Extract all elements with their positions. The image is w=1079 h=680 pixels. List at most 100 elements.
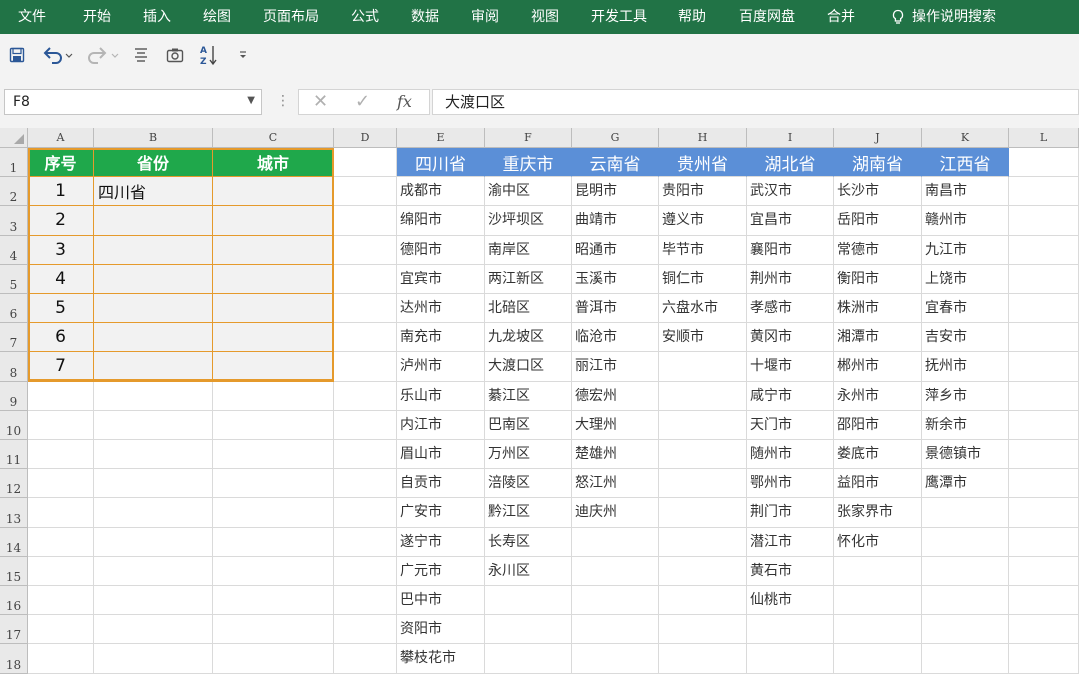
city-cell[interactable]: 抚州市: [922, 352, 1012, 381]
cell-a18[interactable]: [28, 644, 94, 674]
column-header-h[interactable]: H: [659, 128, 747, 148]
cell-c13[interactable]: [213, 498, 334, 528]
cell-d16[interactable]: [334, 586, 397, 616]
tab-developer[interactable]: 开发工具: [591, 0, 647, 34]
city-cell[interactable]: 眉山市: [397, 440, 488, 469]
city-cell[interactable]: 六盘水市: [659, 294, 750, 323]
city-cell[interactable]: 巴南区: [485, 411, 575, 440]
table-cell-a2[interactable]: 1: [28, 177, 94, 207]
tab-file[interactable]: 文件: [18, 0, 46, 34]
city-cell[interactable]: 益阳市: [834, 469, 925, 498]
city-cell[interactable]: 长沙市: [834, 177, 925, 206]
cell-b16[interactable]: [94, 586, 213, 616]
city-cell[interactable]: 资阳市: [397, 615, 488, 644]
cell-j15[interactable]: [834, 556, 922, 586]
column-header-b[interactable]: B: [94, 128, 213, 148]
city-cell[interactable]: 襄阳市: [747, 236, 837, 265]
table-cell-c6[interactable]: [213, 294, 334, 324]
cell-b18[interactable]: [94, 644, 213, 674]
formula-input[interactable]: 大渡口区: [432, 89, 1079, 115]
row-header-4[interactable]: 4: [0, 235, 28, 265]
city-cell[interactable]: 黔江区: [485, 498, 575, 527]
customize-toolbar-button[interactable]: [230, 42, 256, 68]
cell-d2[interactable]: [334, 177, 397, 207]
cell-c15[interactable]: [213, 556, 334, 586]
cell-l10[interactable]: [1009, 410, 1079, 440]
cell-l8[interactable]: [1009, 352, 1079, 382]
city-cell[interactable]: 万州区: [485, 440, 575, 469]
city-cell[interactable]: 昆明市: [572, 177, 662, 206]
city-cell[interactable]: 潜江市: [747, 528, 837, 557]
cell-g14[interactable]: [572, 527, 659, 557]
cell-d4[interactable]: [334, 235, 397, 265]
cell-a9[interactable]: [28, 381, 94, 411]
save-button[interactable]: [4, 42, 30, 68]
cell-h10[interactable]: [659, 410, 747, 440]
cell-l11[interactable]: [1009, 440, 1079, 470]
cell-b13[interactable]: [94, 498, 213, 528]
check-icon[interactable]: ✓: [355, 90, 370, 114]
city-cell[interactable]: 曲靖市: [572, 206, 662, 235]
select-all-button[interactable]: [0, 128, 28, 148]
city-cell[interactable]: 黄冈市: [747, 323, 837, 352]
city-cell[interactable]: 临沧市: [572, 323, 662, 352]
redo-button[interactable]: [84, 42, 122, 68]
cancel-icon[interactable]: ✕: [313, 90, 328, 114]
column-header-c[interactable]: C: [213, 128, 334, 148]
city-cell[interactable]: 株洲市: [834, 294, 925, 323]
cell-a16[interactable]: [28, 586, 94, 616]
cell-a15[interactable]: [28, 556, 94, 586]
cell-k15[interactable]: [922, 556, 1009, 586]
cell-b12[interactable]: [94, 469, 213, 499]
cell-f17[interactable]: [485, 615, 572, 645]
cell-h12[interactable]: [659, 469, 747, 499]
table-cell-a7[interactable]: 6: [28, 323, 94, 353]
table-cell-c8[interactable]: [213, 352, 334, 382]
column-header-j[interactable]: J: [834, 128, 922, 148]
city-cell[interactable]: 大理州: [572, 411, 662, 440]
city-cell[interactable]: 大渡口区: [485, 352, 575, 381]
cell-b9[interactable]: [94, 381, 213, 411]
cell-l15[interactable]: [1009, 556, 1079, 586]
cell-l14[interactable]: [1009, 527, 1079, 557]
city-cell[interactable]: 赣州市: [922, 206, 1012, 235]
city-cell[interactable]: 萍乡市: [922, 382, 1012, 411]
cell-a13[interactable]: [28, 498, 94, 528]
table-cell-b8[interactable]: [94, 352, 213, 382]
province-header-3[interactable]: 云南省: [572, 148, 659, 178]
row-header-3[interactable]: 3: [0, 206, 28, 236]
align-button[interactable]: [128, 42, 154, 68]
row-header-8[interactable]: 8: [0, 352, 28, 382]
cell-d7[interactable]: [334, 323, 397, 353]
table-cell-c2[interactable]: [213, 177, 334, 207]
cell-d6[interactable]: [334, 294, 397, 324]
city-cell[interactable]: 德阳市: [397, 236, 488, 265]
row-header-7[interactable]: 7: [0, 323, 28, 353]
row-header-1[interactable]: 1: [0, 148, 28, 178]
city-cell[interactable]: 鄂州市: [747, 469, 837, 498]
table-cell-c7[interactable]: [213, 323, 334, 353]
cell-a10[interactable]: [28, 410, 94, 440]
row-header-10[interactable]: 10: [0, 410, 28, 440]
table-header-city[interactable]: 城市: [213, 148, 334, 178]
cell-h15[interactable]: [659, 556, 747, 586]
chevron-down-icon[interactable]: ▼: [247, 95, 255, 106]
tab-merge[interactable]: 合并: [827, 0, 855, 34]
cell-l12[interactable]: [1009, 469, 1079, 499]
province-header-4[interactable]: 贵州省: [659, 148, 747, 178]
city-cell[interactable]: 玉溪市: [572, 265, 662, 294]
tab-page-layout[interactable]: 页面布局: [263, 0, 319, 34]
cell-k14[interactable]: [922, 527, 1009, 557]
cell-c12[interactable]: [213, 469, 334, 499]
table-cell-a3[interactable]: 2: [28, 206, 94, 236]
city-cell[interactable]: 仙桃市: [747, 586, 837, 615]
cell-j16[interactable]: [834, 586, 922, 616]
city-cell[interactable]: 广元市: [397, 557, 488, 586]
cell-l17[interactable]: [1009, 615, 1079, 645]
cell-l2[interactable]: [1009, 177, 1079, 207]
table-cell-b5[interactable]: [94, 264, 213, 294]
city-cell[interactable]: 武汉市: [747, 177, 837, 206]
city-cell[interactable]: 攀枝花市: [397, 644, 488, 673]
tab-data[interactable]: 数据: [411, 0, 439, 34]
cell-b14[interactable]: [94, 527, 213, 557]
